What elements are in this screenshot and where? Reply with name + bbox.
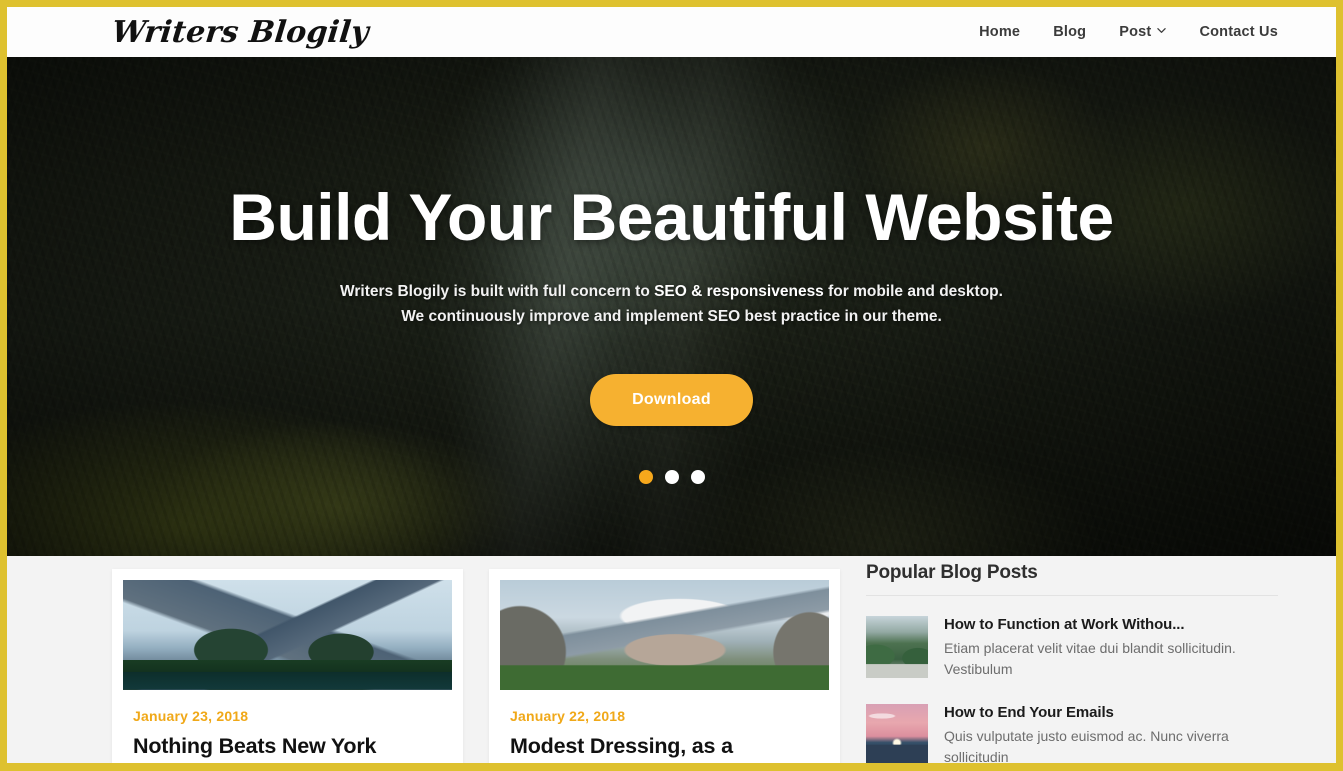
post-date: January 23, 2018: [133, 708, 249, 724]
hero-subtitle: Writers Blogily is built with full conce…: [7, 279, 1336, 329]
page-root: Writers Blogily Home Blog Post Contact U…: [7, 7, 1336, 763]
nav-label-home: Home: [979, 24, 1021, 40]
popular-posts-list: How to Function at Work Withou... Etiam …: [866, 616, 1278, 763]
sidebar: Popular Blog Posts How to Function at Wo…: [866, 556, 1278, 763]
list-item-text: How to End Your Emails Quis vulputate ju…: [944, 704, 1278, 763]
list-item-excerpt: Quis vulputate justo euismod ac. Nunc vi…: [944, 728, 1229, 763]
main-navigation: Home Blog Post Contact Us: [979, 24, 1278, 40]
hero-content: Build Your Beautiful Website Writers Blo…: [7, 57, 1336, 485]
hero-subtitle-part1: Writers Blogily is built with full conce…: [340, 283, 655, 301]
nav-label-post: Post: [1119, 24, 1152, 40]
download-button[interactable]: Download: [590, 374, 753, 427]
ocean-sunset-thumbnail: [866, 704, 928, 763]
nav-item-home[interactable]: Home: [979, 24, 1020, 40]
post-image-mountain-lake: [123, 580, 452, 690]
hero-subtitle-line2: We continuously improve and implement SE…: [401, 308, 942, 326]
content-area: January 23, 2018 Nothing Beats New York …: [7, 556, 1336, 763]
post-card-body: January 22, 2018 Modest Dressing, as a: [500, 690, 829, 759]
sidebar-heading: Popular Blog Posts: [866, 562, 1278, 596]
post-card[interactable]: January 23, 2018 Nothing Beats New York: [112, 569, 463, 763]
list-item[interactable]: How to End Your Emails Quis vulputate ju…: [866, 704, 1278, 763]
post-card-body: January 23, 2018 Nothing Beats New York: [123, 690, 452, 759]
carousel-dots: [7, 470, 1336, 485]
post-image-rock-valley: [500, 580, 829, 690]
nav-item-blog[interactable]: Blog: [1053, 24, 1086, 40]
carousel-dot-3[interactable]: [690, 470, 705, 485]
hero-subtitle-emphasis: SEO & responsiveness: [654, 283, 824, 301]
site-header: Writers Blogily Home Blog Post Contact U…: [7, 7, 1336, 57]
chevron-down-icon: [1157, 26, 1167, 35]
list-item-title[interactable]: How to Function at Work Withou...: [944, 616, 1278, 633]
post-title[interactable]: Nothing Beats New York: [133, 734, 442, 759]
list-item-title[interactable]: How to End Your Emails: [944, 704, 1278, 721]
carousel-dot-1[interactable]: [638, 470, 653, 485]
post-card[interactable]: January 22, 2018 Modest Dressing, as a: [489, 569, 840, 763]
nav-label-blog: Blog: [1053, 24, 1087, 40]
carousel-dot-2[interactable]: [664, 470, 679, 485]
hero-banner: Build Your Beautiful Website Writers Blo…: [7, 57, 1336, 556]
nav-label-contact-us: Contact Us: [1199, 24, 1278, 40]
site-logo[interactable]: Writers Blogily: [110, 15, 370, 50]
river-valley-thumbnail: [866, 616, 928, 678]
post-grid: January 23, 2018 Nothing Beats New York …: [112, 556, 840, 763]
post-date: January 22, 2018: [510, 708, 626, 724]
list-item[interactable]: How to Function at Work Withou... Etiam …: [866, 616, 1278, 680]
post-title[interactable]: Modest Dressing, as a: [510, 734, 819, 759]
nav-item-post[interactable]: Post: [1119, 24, 1167, 40]
hero-title: Build Your Beautiful Website: [229, 180, 1114, 254]
nav-item-contact-us[interactable]: Contact Us: [1199, 24, 1278, 40]
list-item-excerpt: Etiam placerat velit vitae dui blandit s…: [944, 640, 1236, 677]
hero-subtitle-part2: for mobile and desktop.: [823, 283, 1003, 301]
list-item-text: How to Function at Work Withou... Etiam …: [944, 616, 1278, 680]
